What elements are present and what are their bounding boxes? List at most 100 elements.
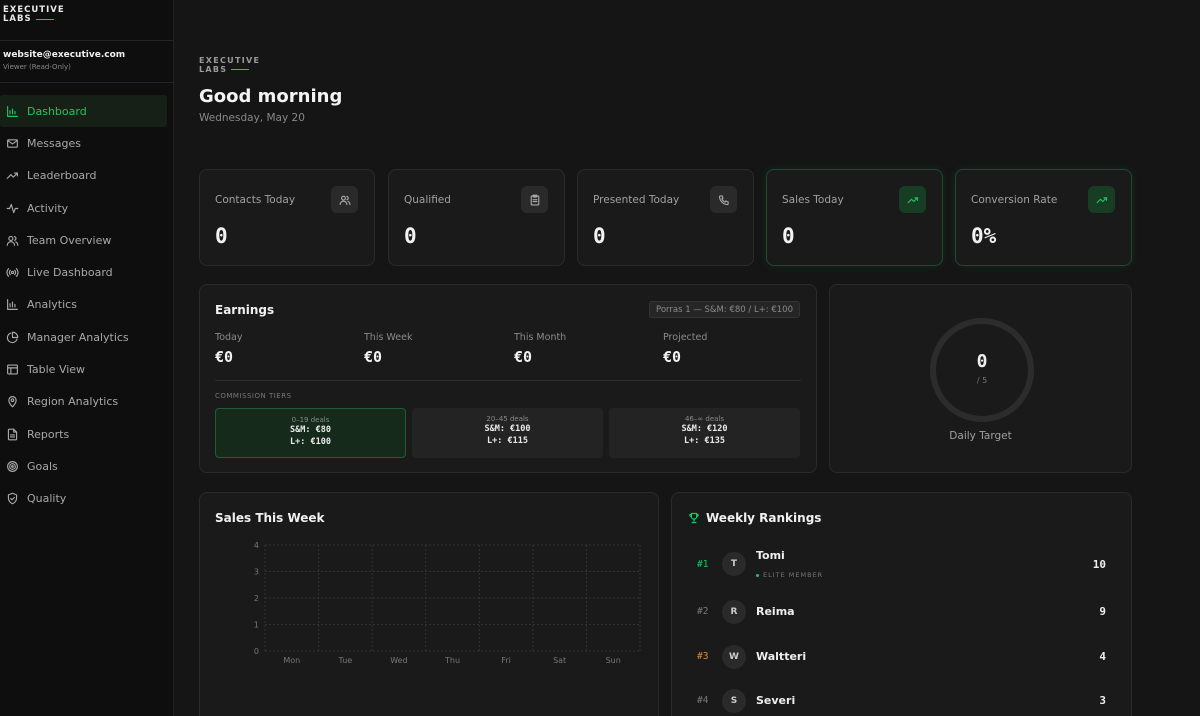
stat-label: Presented Today: [593, 194, 680, 206]
sidebar-item-label: Messages: [27, 136, 81, 150]
x-tick-label: Thu: [444, 656, 460, 665]
target-goal: / 5: [976, 376, 988, 385]
ranking-row[interactable]: #1 T Tomi ELITE MEMBER 10: [672, 545, 1131, 585]
earnings-card: Earnings Porras 1 — S&M: €80 / L+: €100 …: [199, 284, 817, 473]
sidebar-item-label: Goals: [27, 459, 58, 473]
logo[interactable]: EXECUTIVE LABS: [3, 6, 65, 24]
target-label: Daily Target: [949, 430, 1012, 442]
brand-accent-bar: [231, 68, 250, 71]
rate-badge: Porras 1 — S&M: €80 / L+: €100: [649, 301, 800, 318]
rank-position: #2: [697, 606, 709, 617]
rankings-title: Weekly Rankings: [706, 511, 822, 525]
mail-icon: [7, 139, 18, 148]
earnings-label: This Month: [514, 332, 567, 343]
sidebar-item-quality[interactable]: Quality: [0, 483, 173, 515]
x-tick-label: Mon: [283, 656, 300, 665]
rank-badge-label: ELITE MEMBER: [763, 571, 824, 579]
earnings-value: €0: [663, 348, 682, 366]
ranking-row[interactable]: #3 W Waltteri 4: [672, 637, 1131, 677]
logo-accent-bar: [35, 18, 54, 21]
rank-score: 3: [1099, 694, 1106, 707]
sidebar-item-reports[interactable]: Reports: [0, 418, 173, 450]
sidebar-item-leaderboard[interactable]: Leaderboard: [0, 160, 173, 192]
commission-tier-3: 46–∞ deals S&M: €120 L+: €135: [609, 408, 800, 458]
x-tick-label: Fri: [501, 656, 511, 665]
sidebar-item-label: Region Analytics: [27, 395, 119, 409]
stat-card-qualified: Qualified 0: [388, 169, 565, 266]
rank-name: Tomi: [756, 549, 785, 562]
earnings-value: €0: [514, 348, 533, 366]
ranking-row[interactable]: #4 S Severi 3: [672, 681, 1131, 716]
tier-range: 0–19 deals: [291, 416, 330, 424]
rank-position: #3: [697, 651, 709, 662]
tier-sm-rate: S&M: €100: [484, 424, 531, 434]
x-tick-label: Wed: [390, 656, 407, 665]
clipboard-icon: [521, 186, 548, 213]
sidebar: EXECUTIVE LABS website@executive.com Vie…: [0, 0, 174, 716]
sidebar-item-label: Table View: [27, 363, 86, 377]
y-tick-label: 3: [254, 568, 259, 577]
divider: [0, 40, 173, 41]
sidebar-item-live-dashboard[interactable]: Live Dashboard: [0, 256, 173, 288]
tier-range: 20–45 deals: [486, 415, 529, 423]
trending-up-icon: [6, 172, 18, 180]
tier-lp-rate: L+: €100: [290, 437, 331, 447]
sidebar-item-label: Leaderboard: [27, 169, 97, 183]
target-icon: [7, 460, 18, 472]
stat-value: 0: [782, 224, 795, 248]
rank-position: #1: [697, 559, 709, 570]
sidebar-item-dashboard[interactable]: Dashboard: [0, 95, 167, 128]
sidebar-item-label: Reports: [27, 427, 70, 441]
rank-score: 4: [1099, 650, 1106, 663]
map-pin-icon: [8, 396, 17, 408]
earnings-title: Earnings: [215, 303, 275, 317]
sidebar-item-analytics[interactable]: Analytics: [0, 289, 173, 321]
sales-week-chart: 0 1 2 3 4 Mon Tue Wed Thu Fri Sat Sun: [254, 541, 641, 665]
brand-line2: LABS: [199, 65, 228, 74]
trophy-icon: [689, 512, 699, 524]
rank-name: Reima: [756, 605, 795, 618]
logo-line2: LABS: [3, 14, 32, 24]
rank-position: #4: [697, 695, 709, 706]
sidebar-item-label: Team Overview: [27, 233, 112, 247]
rank-name: Severi: [756, 694, 796, 707]
trending-up-icon: [1088, 186, 1115, 213]
stat-label: Conversion Rate: [971, 194, 1058, 206]
sidebar-item-region-analytics[interactable]: Region Analytics: [0, 386, 173, 418]
activity-icon: [6, 203, 19, 213]
bar-chart-icon: [7, 105, 18, 117]
y-tick-label: 4: [254, 541, 259, 550]
stat-value: 0%: [971, 224, 997, 248]
sidebar-item-table-view[interactable]: Table View: [0, 353, 173, 385]
avatar: S: [722, 689, 746, 713]
stat-card-sales: Sales Today 0: [766, 169, 943, 266]
sidebar-item-messages[interactable]: Messages: [0, 127, 173, 159]
shield-check-icon: [7, 492, 18, 505]
sidebar-item-activity[interactable]: Activity: [0, 192, 173, 224]
stat-card-contacts: Contacts Today 0: [199, 169, 375, 266]
earnings-value: €0: [364, 348, 383, 366]
sidebar-item-label: Activity: [27, 201, 69, 215]
sidebar-item-goals[interactable]: Goals: [0, 450, 173, 482]
sidebar-item-label: Analytics: [27, 298, 77, 312]
sidebar-nav: Dashboard Messages Leaderboard Activity …: [0, 95, 173, 515]
rank-score: 9: [1099, 605, 1106, 618]
avatar: W: [722, 645, 746, 669]
rank-score: 10: [1092, 558, 1106, 571]
x-tick-label: Sat: [553, 656, 566, 665]
ranking-row[interactable]: #2 R Reima 9: [672, 592, 1131, 632]
brand-line1: EXECUTIVE: [199, 56, 261, 65]
earnings-week: This Week €0: [364, 332, 412, 366]
sales-week-card: Sales This Week 0 1 2 3 4 Mon Tue Wed Thu Fri Sat S…: [199, 492, 659, 716]
rank-badge: ELITE MEMBER: [756, 571, 823, 579]
sidebar-item-manager-analytics[interactable]: Manager Analytics: [0, 321, 173, 353]
sidebar-item-label: Dashboard: [27, 104, 87, 118]
earnings-label: Projected: [663, 332, 708, 343]
stat-label: Contacts Today: [215, 194, 296, 206]
stat-value: 0: [593, 224, 606, 248]
commission-tier-2: 20–45 deals S&M: €100 L+: €115: [412, 408, 603, 458]
page-title: Good morning: [199, 86, 343, 107]
target-value: 0: [976, 351, 988, 372]
sidebar-item-team-overview[interactable]: Team Overview: [0, 224, 173, 256]
x-tick-label: Tue: [338, 656, 353, 665]
